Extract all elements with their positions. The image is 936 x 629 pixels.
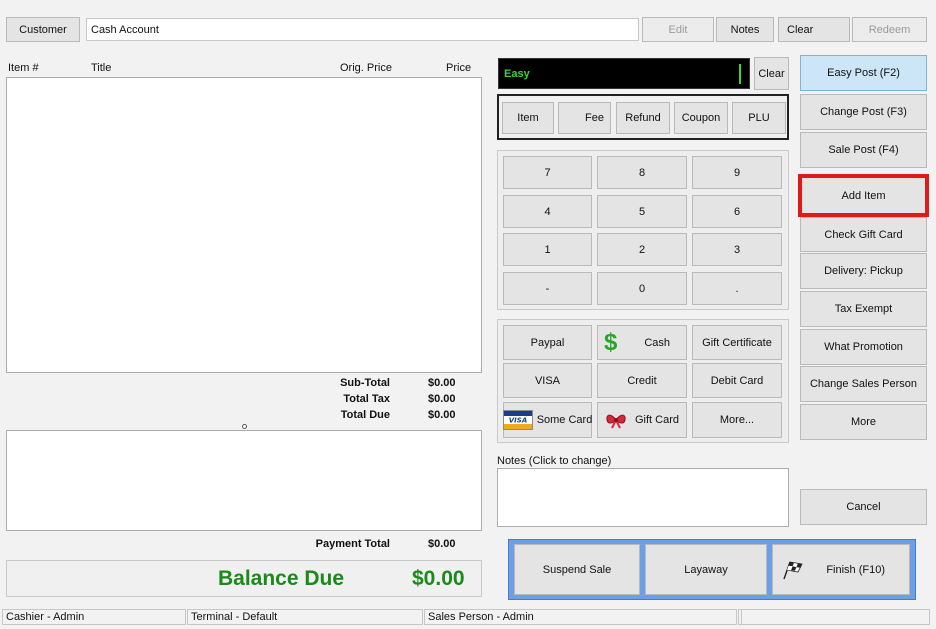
entry-type-fee-button[interactable]: Fee [558, 102, 611, 134]
payment-total-label: Payment Total [315, 538, 390, 550]
add-item-button[interactable]: Add Item [798, 174, 929, 217]
customer-account-field[interactable]: Cash Account [86, 18, 639, 41]
keypad-9[interactable]: 9 [692, 156, 782, 189]
change-post-button[interactable]: Change Post (F3) [800, 94, 927, 130]
edit-button[interactable]: Edit [642, 17, 714, 42]
payment-cash-label: Cash [644, 336, 670, 349]
entry-display[interactable]: Easy [498, 58, 750, 89]
entry-mode-text: Easy [504, 68, 530, 80]
payment-gift-card-button[interactable]: Gift Card [597, 402, 687, 438]
column-price[interactable]: Price [446, 62, 471, 74]
finish-button[interactable]: Finish (F10) [772, 544, 910, 595]
keypad-2[interactable]: 2 [597, 233, 687, 266]
svg-text:VISA: VISA [508, 417, 526, 425]
keypad-1[interactable]: 1 [503, 233, 592, 266]
column-orig-price[interactable]: Orig. Price [340, 62, 392, 74]
balance-due-label: Balance Due [218, 567, 345, 590]
payment-some-card-button[interactable]: VISA Some Card [502, 402, 593, 438]
notes-area[interactable] [497, 468, 789, 527]
column-item-number[interactable]: Item # [8, 62, 39, 74]
keypad-decimal[interactable]: . [692, 272, 782, 305]
finish-label: Finish (F10) [826, 563, 885, 576]
keypad-minus[interactable]: - [503, 272, 592, 305]
check-gift-card-button[interactable]: Check Gift Card [800, 217, 927, 252]
total-due-value: $0.00 [428, 409, 456, 421]
payment-more-button[interactable]: More... [692, 402, 782, 438]
entry-clear-button[interactable]: Clear [754, 57, 789, 90]
sale-post-button[interactable]: Sale Post (F4) [800, 132, 927, 168]
status-terminal: Terminal - Default [187, 609, 423, 625]
clear-button[interactable]: Clear [778, 17, 850, 42]
entry-type-item-button[interactable]: Item [502, 102, 554, 134]
items-list[interactable] [6, 77, 482, 373]
keypad-8[interactable]: 8 [597, 156, 687, 189]
status-sales-person: Sales Person - Admin [424, 609, 737, 625]
cancel-button[interactable]: Cancel [800, 489, 927, 525]
tax-exempt-button[interactable]: Tax Exempt [800, 291, 927, 327]
redeem-button[interactable]: Redeem [852, 17, 927, 42]
payment-cash-button[interactable]: $ Cash [597, 325, 687, 360]
keypad-0[interactable]: 0 [597, 272, 687, 305]
suspend-sale-button[interactable]: Suspend Sale [514, 544, 640, 595]
payment-gift-certificate-button[interactable]: Gift Certificate [692, 325, 782, 360]
dollar-icon: $ [604, 328, 618, 356]
keypad-4[interactable]: 4 [503, 195, 592, 228]
subtotal-value: $0.00 [428, 377, 456, 389]
payment-some-card-label: Some Card [536, 414, 593, 426]
total-tax-label: Total Tax [343, 393, 390, 405]
change-sales-person-button[interactable]: Change Sales Person [800, 366, 927, 402]
payment-visa-button[interactable]: VISA [503, 363, 592, 398]
keypad-7[interactable]: 7 [503, 156, 592, 189]
what-promotion-button[interactable]: What Promotion [800, 329, 927, 365]
notes-label[interactable]: Notes (Click to change) [497, 455, 611, 467]
keypad-6[interactable]: 6 [692, 195, 782, 228]
column-title[interactable]: Title [91, 62, 111, 74]
payment-gift-card-label: Gift Card [634, 414, 679, 426]
payment-debit-card-button[interactable]: Debit Card [692, 363, 782, 398]
keypad-3[interactable]: 3 [692, 233, 782, 266]
status-extra-2 [741, 609, 930, 625]
subtotal-label: Sub-Total [340, 377, 390, 389]
customer-button[interactable]: Customer [6, 17, 80, 42]
total-due-label: Total Due [340, 409, 390, 421]
status-cashier: Cashier - Admin [2, 609, 186, 625]
easy-post-button[interactable]: Easy Post (F2) [800, 55, 927, 91]
delivery-pickup-button[interactable]: Delivery: Pickup [800, 253, 927, 289]
total-tax-value: $0.00 [428, 393, 456, 405]
entry-type-plu-button[interactable]: PLU [732, 102, 786, 134]
payment-paypal-button[interactable]: Paypal [503, 325, 592, 360]
keypad-5[interactable]: 5 [597, 195, 687, 228]
gift-bow-icon [605, 411, 627, 429]
balance-due-value: $0.00 [412, 567, 465, 590]
payment-total-value: $0.00 [428, 538, 456, 550]
entry-type-refund-button[interactable]: Refund [616, 102, 670, 134]
more-button[interactable]: More [800, 404, 927, 440]
entry-cursor [739, 64, 741, 84]
visa-card-icon: VISA [502, 410, 533, 430]
payment-credit-button[interactable]: Credit [597, 363, 687, 398]
notes-button[interactable]: Notes [716, 17, 774, 42]
payments-list[interactable] [6, 430, 482, 531]
layaway-button[interactable]: Layaway [645, 544, 767, 595]
splitter-handle[interactable] [242, 424, 247, 429]
checkered-flag-icon [781, 560, 805, 580]
entry-type-coupon-button[interactable]: Coupon [674, 102, 728, 134]
